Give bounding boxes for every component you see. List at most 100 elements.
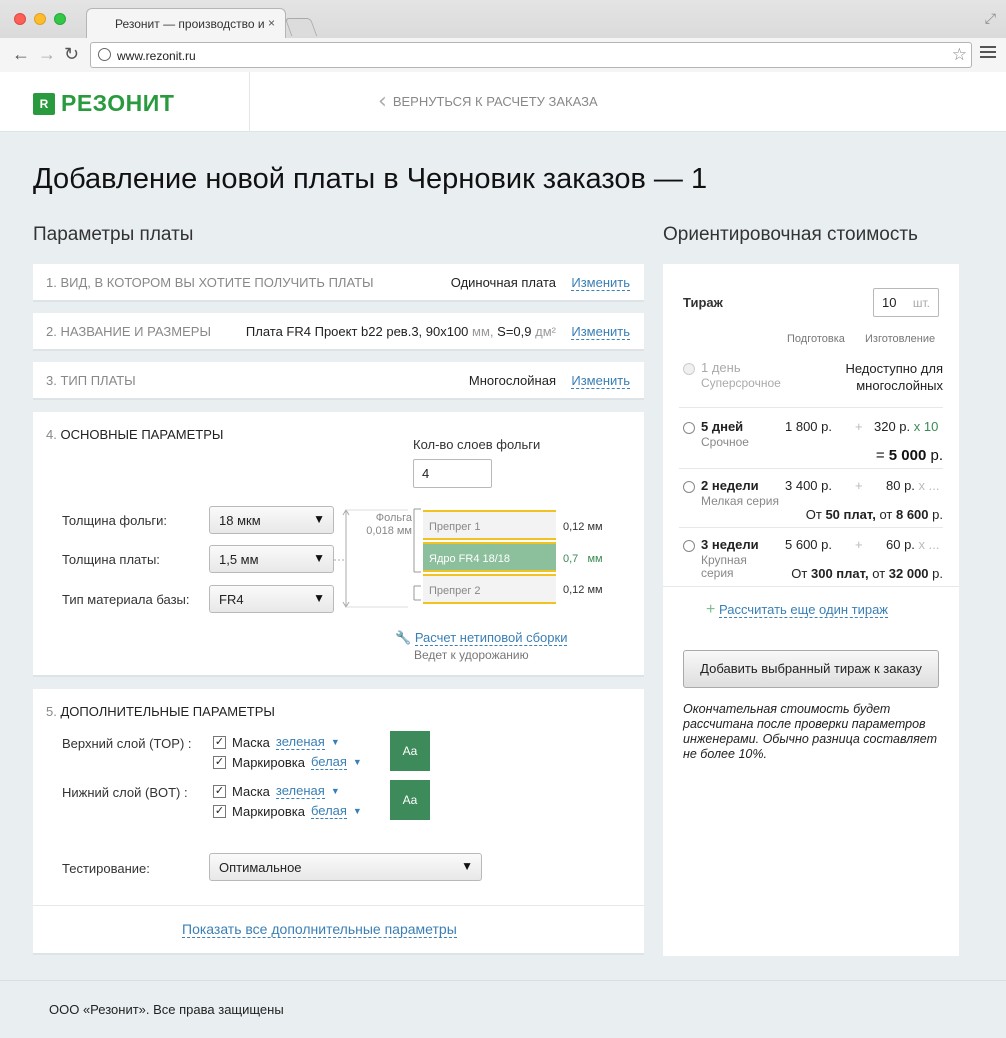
menu-icon[interactable]	[980, 46, 996, 61]
top-mask-option[interactable]: ✓ Маска зеленая ▼	[213, 734, 340, 750]
option-radio[interactable]	[683, 540, 695, 552]
make-price: 80 р. x ...	[886, 478, 940, 493]
make-price: 320 р. x 10	[874, 419, 939, 434]
top-mask-color-dropdown[interactable]: зеленая	[275, 734, 325, 750]
plus-sign: +	[855, 419, 863, 434]
custom-stack-note: Ведет к удорожанию	[414, 648, 529, 662]
option-subtitle: Суперсрочное	[701, 376, 781, 390]
close-window-button[interactable]	[14, 13, 26, 25]
checkbox-checked-icon[interactable]: ✓	[213, 804, 226, 818]
cost-option-3-weeks[interactable]: 3 недели Крупная серия 5 600 р. + 60 р. x…	[679, 537, 943, 587]
plus-icon: +	[706, 601, 716, 618]
option-radio	[683, 363, 695, 375]
option-radio[interactable]	[683, 422, 695, 434]
testing-select[interactable]: Оптимальное ▼	[209, 853, 482, 881]
extra-params-heading: 5. ДОПОЛНИТЕЛЬНЫЕ ПАРАМЕТРЫ	[46, 704, 275, 719]
option-title: 3 недели	[701, 537, 759, 552]
layers-label: Кол-во слоев фольги	[413, 437, 541, 452]
stack-layer-core: Ядро FR4 18/18	[423, 542, 556, 572]
col-prep-header: Подготовка	[787, 333, 845, 345]
prep-price: 5 600 р.	[785, 537, 832, 552]
divider	[663, 586, 959, 587]
checkbox-checked-icon[interactable]: ✓	[213, 755, 226, 769]
bookmark-star-icon[interactable]: ☆	[952, 45, 967, 65]
footer: ООО «Резонит». Все права защищены	[0, 980, 1006, 1038]
window-controls	[14, 13, 66, 25]
caret-down-icon: ▼	[352, 806, 362, 816]
custom-stack-link[interactable]: 🔧 Расчет нетиповой сборки	[395, 630, 568, 646]
minimize-window-button[interactable]	[34, 13, 46, 25]
address-bar[interactable]: www.rezonit.ru ☆	[90, 42, 972, 68]
material-select[interactable]: FR4 ▼	[209, 585, 334, 613]
page-title: Добавление новой платы в Черновик заказо…	[33, 163, 708, 195]
prep-price: 3 400 р.	[785, 478, 832, 493]
show-all-params-link[interactable]: Показать все дополнительные параметры	[182, 921, 457, 938]
back-arrow-icon[interactable]: ←	[12, 44, 30, 65]
basic-params-card: 4. ОСНОВНЫЕ ПАРАМЕТРЫ Кол-во слоев фольг…	[33, 412, 644, 677]
header-divider	[249, 72, 250, 132]
tab-title: Резонит — производство и	[115, 17, 265, 31]
cost-option-2-weeks[interactable]: 2 недели Мелкая серия 3 400 р. + 80 р. x…	[679, 478, 943, 528]
board-select[interactable]: 1,5 мм ▼	[209, 545, 334, 573]
param-row-type: 3. ТИП ПЛАТЫ Многослойная Изменить	[33, 362, 644, 400]
prep-price: 1 800 р.	[785, 419, 832, 434]
logo-text: РЕЗОНИТ	[61, 90, 175, 116]
new-tab-button[interactable]	[284, 18, 318, 36]
row-value: Плата FR4 Проект b22 рев.3, 90x100 мм, S…	[245, 324, 556, 339]
change-name-link[interactable]: Изменить	[571, 324, 630, 340]
cost-option-5-days[interactable]: 5 дней Срочное 1 800 р. + 320 р. x 10 = …	[679, 419, 943, 469]
option-radio[interactable]	[683, 481, 695, 493]
prepreg-1-thickness: 0,12 мм	[563, 521, 603, 533]
logo-icon: R	[33, 92, 55, 115]
foil-select[interactable]: 18 мкм ▼	[209, 506, 334, 534]
dropdown-arrow-icon: ▼	[313, 551, 325, 565]
wrench-icon: 🔧	[395, 630, 412, 645]
another-run-link[interactable]: + Рассчитать еще один тираж	[706, 601, 888, 619]
option-from: От 300 плат, от 32 000 р.	[791, 566, 943, 581]
bottom-mask-color-dropdown[interactable]: зеленая	[275, 783, 325, 799]
bottom-marking-color-dropdown[interactable]: белая	[310, 803, 347, 819]
params-title: Параметры платы	[33, 224, 194, 245]
caret-down-icon: ▼	[352, 757, 362, 767]
layers-input[interactable]: 4	[413, 459, 492, 488]
option-subtitle: Крупная серия	[701, 553, 747, 580]
prepreg-2-thickness: 0,12 мм	[563, 584, 603, 596]
back-to-order-link[interactable]: ‹ ВЕРНУТЬСЯ К РАСЧЕТУ ЗАКАЗА	[378, 90, 598, 112]
add-run-to-order-button[interactable]: Добавить выбранный тираж к заказу	[683, 650, 939, 688]
browser-tab[interactable]: Резонит — производство и ×	[86, 8, 286, 38]
bottom-mask-option[interactable]: ✓ Маска зеленая ▼	[213, 783, 340, 799]
logo[interactable]: R РЕЗОНИТ	[33, 90, 174, 117]
url-text: www.rezonit.ru	[117, 49, 196, 63]
reload-icon[interactable]: ↻	[64, 44, 79, 65]
forward-arrow-icon[interactable]: →	[38, 44, 56, 65]
run-input[interactable]: 10 шт.	[873, 288, 939, 317]
top-color-preview: Aa	[390, 731, 430, 771]
top-marking-option[interactable]: ✓ Маркировка белая ▼	[213, 754, 362, 770]
caret-down-icon: ▼	[330, 737, 340, 747]
bottom-marking-option[interactable]: ✓ Маркировка белая ▼	[213, 803, 362, 819]
bottom-color-preview: Aa	[390, 780, 430, 820]
tab-close-icon[interactable]: ×	[268, 16, 275, 30]
core-thickness: 0,7 мм	[563, 553, 603, 565]
change-type-link[interactable]: Изменить	[571, 373, 630, 389]
col-make-header: Изготовление	[865, 333, 936, 345]
param-row-view: 1. ВИД, В КОТОРОМ ВЫ ХОТИТЕ ПОЛУЧИТЬ ПЛА…	[33, 264, 644, 302]
option-title: 1 день	[701, 360, 741, 375]
checkbox-checked-icon[interactable]: ✓	[213, 735, 226, 749]
top-marking-color-dropdown[interactable]: белая	[310, 754, 347, 770]
option-title: 2 недели	[701, 478, 759, 493]
cost-panel: Тираж 10 шт. Подготовка Изготовление 1 де…	[663, 264, 959, 956]
run-label: Тираж	[683, 295, 723, 310]
zoom-window-button[interactable]	[54, 13, 66, 25]
row-value: Многослойная	[468, 373, 556, 388]
cost-title: Ориентировочная стоимость	[663, 224, 918, 245]
globe-icon	[98, 48, 111, 61]
bottom-layer-label: Нижний слой (BOT) :	[62, 785, 188, 800]
row-label: 3. ТИП ПЛАТЫ	[46, 373, 136, 388]
fullscreen-icon[interactable]: ⤢	[985, 10, 996, 27]
board-label: Толщина платы:	[62, 552, 160, 567]
change-view-link[interactable]: Изменить	[571, 275, 630, 291]
back-link-label: ВЕРНУТЬСЯ К РАСЧЕТУ ЗАКАЗА	[392, 94, 598, 109]
checkbox-checked-icon[interactable]: ✓	[213, 784, 226, 798]
material-label: Тип материала базы:	[62, 592, 190, 607]
